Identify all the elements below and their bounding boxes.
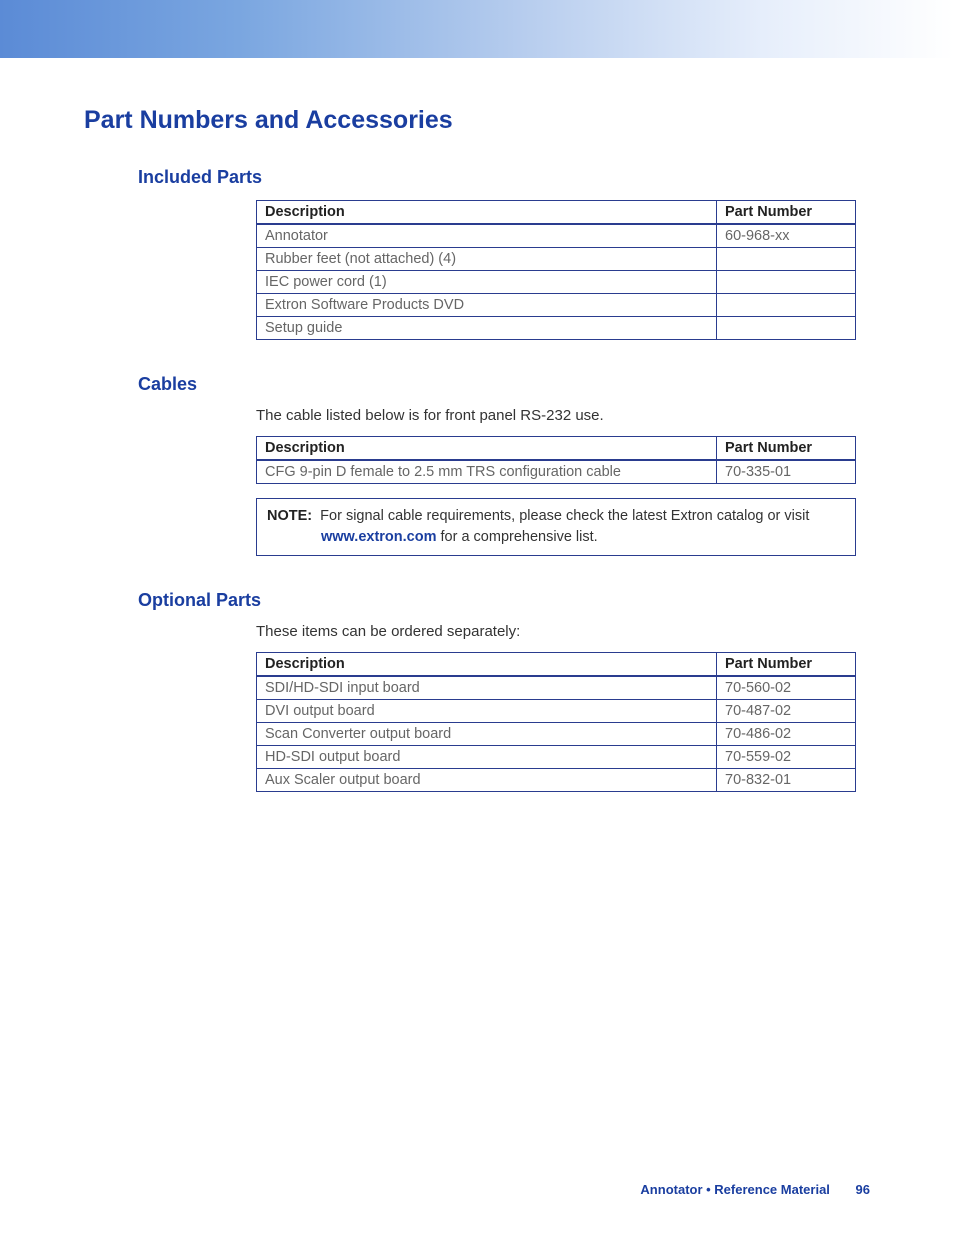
page-title: Part Numbers and Accessories bbox=[84, 106, 870, 135]
col-header-description: Description bbox=[257, 653, 717, 677]
cell-description: Rubber feet (not attached) (4) bbox=[257, 248, 717, 271]
table-row: Aux Scaler output board 70-832-01 bbox=[257, 769, 856, 792]
included-parts-table: Description Part Number Annotator 60-968… bbox=[256, 200, 856, 340]
cell-description: HD-SDI output board bbox=[257, 746, 717, 769]
heading-optional-parts: Optional Parts bbox=[138, 590, 870, 611]
footer-doc-section: Annotator • Reference Material bbox=[640, 1182, 829, 1197]
table-row: SDI/HD-SDI input board 70-560-02 bbox=[257, 676, 856, 700]
page-content: Part Numbers and Accessories Included Pa… bbox=[0, 58, 954, 792]
table-header-row: Description Part Number bbox=[257, 201, 856, 225]
cell-part-number bbox=[717, 294, 856, 317]
table-row: DVI output board 70-487-02 bbox=[257, 700, 856, 723]
cables-note-box: NOTE: For signal cable requirements, ple… bbox=[256, 498, 856, 556]
section-optional-parts: Optional Parts These items can be ordere… bbox=[84, 590, 870, 792]
col-header-description: Description bbox=[257, 201, 717, 225]
col-header-part-number: Part Number bbox=[717, 201, 856, 225]
cell-part-number bbox=[717, 248, 856, 271]
table-row: IEC power cord (1) bbox=[257, 271, 856, 294]
note-text-before: For signal cable requirements, please ch… bbox=[320, 508, 809, 524]
cell-description: Aux Scaler output board bbox=[257, 769, 717, 792]
cell-part-number: 70-560-02 bbox=[717, 676, 856, 700]
table-row: Annotator 60-968-xx bbox=[257, 224, 856, 248]
cell-description: IEC power cord (1) bbox=[257, 271, 717, 294]
document-page: Part Numbers and Accessories Included Pa… bbox=[0, 0, 954, 1235]
cell-part-number: 70-335-01 bbox=[717, 460, 856, 484]
section-cables: Cables The cable listed below is for fro… bbox=[84, 374, 870, 556]
table-header-row: Description Part Number bbox=[257, 653, 856, 677]
note-text-after: for a comprehensive list. bbox=[436, 529, 597, 545]
cell-part-number bbox=[717, 317, 856, 340]
cell-part-number bbox=[717, 271, 856, 294]
footer-page-number: 96 bbox=[856, 1182, 870, 1197]
cell-part-number: 70-486-02 bbox=[717, 723, 856, 746]
cell-description: SDI/HD-SDI input board bbox=[257, 676, 717, 700]
cables-intro-text: The cable listed below is for front pane… bbox=[256, 407, 870, 424]
table-row: Rubber feet (not attached) (4) bbox=[257, 248, 856, 271]
header-gradient-bar bbox=[0, 0, 954, 58]
cell-description: Setup guide bbox=[257, 317, 717, 340]
note-label: NOTE: bbox=[267, 508, 312, 524]
cell-part-number: 60-968-xx bbox=[717, 224, 856, 248]
note-link-extron[interactable]: www.extron.com bbox=[321, 529, 436, 545]
heading-included-parts: Included Parts bbox=[138, 167, 870, 188]
page-footer: Annotator • Reference Material 96 bbox=[640, 1182, 870, 1197]
col-header-part-number: Part Number bbox=[717, 437, 856, 461]
cell-description: DVI output board bbox=[257, 700, 717, 723]
cell-description: Annotator bbox=[257, 224, 717, 248]
table-row: Setup guide bbox=[257, 317, 856, 340]
optional-intro-text: These items can be ordered separately: bbox=[256, 623, 870, 640]
table-header-row: Description Part Number bbox=[257, 437, 856, 461]
heading-cables: Cables bbox=[138, 374, 870, 395]
col-header-description: Description bbox=[257, 437, 717, 461]
table-row: Extron Software Products DVD bbox=[257, 294, 856, 317]
table-row: Scan Converter output board 70-486-02 bbox=[257, 723, 856, 746]
cell-part-number: 70-487-02 bbox=[717, 700, 856, 723]
cell-part-number: 70-832-01 bbox=[717, 769, 856, 792]
cell-part-number: 70-559-02 bbox=[717, 746, 856, 769]
cables-table: Description Part Number CFG 9-pin D fema… bbox=[256, 436, 856, 484]
optional-parts-table: Description Part Number SDI/HD-SDI input… bbox=[256, 652, 856, 792]
cell-description: Extron Software Products DVD bbox=[257, 294, 717, 317]
cell-description: CFG 9-pin D female to 2.5 mm TRS configu… bbox=[257, 460, 717, 484]
col-header-part-number: Part Number bbox=[717, 653, 856, 677]
cell-description: Scan Converter output board bbox=[257, 723, 717, 746]
section-included-parts: Included Parts Description Part Number A… bbox=[84, 167, 870, 340]
table-row: HD-SDI output board 70-559-02 bbox=[257, 746, 856, 769]
table-row: CFG 9-pin D female to 2.5 mm TRS configu… bbox=[257, 460, 856, 484]
